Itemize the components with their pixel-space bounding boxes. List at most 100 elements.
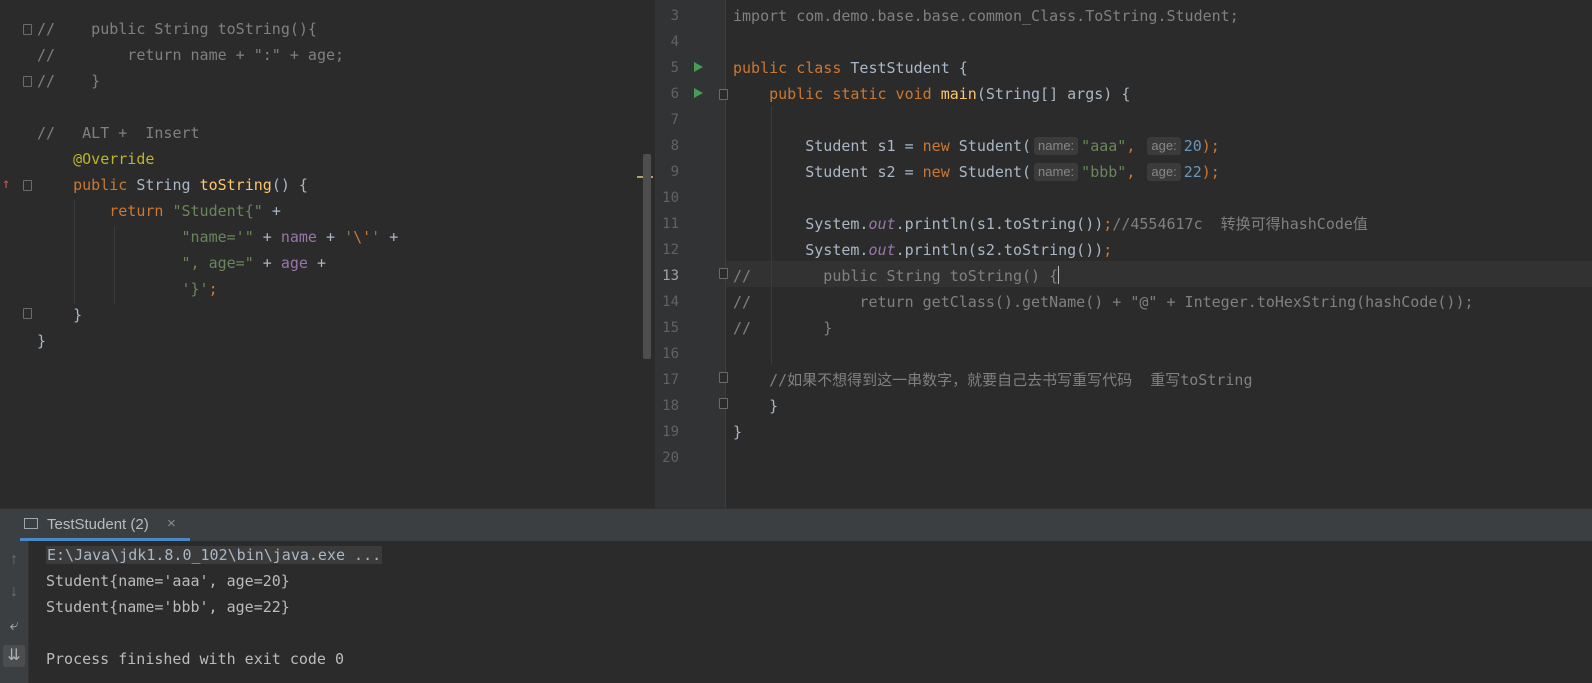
code-token: ; <box>1103 241 1113 259</box>
fold-icon[interactable] <box>719 398 728 409</box>
code-token: '}' <box>181 280 209 298</box>
run-tab-bar: TestStudent (2) × <box>0 508 1592 541</box>
text-caret <box>1058 266 1060 284</box>
console-output[interactable]: E:\Java\jdk1.8.0_102\bin\java.exe ... St… <box>29 541 1592 683</box>
code-line[interactable]: // public String toString() { <box>733 263 1060 289</box>
code-line[interactable]: @Override <box>37 146 154 172</box>
code-token: toString <box>199 176 272 194</box>
line-number: 10 <box>662 190 679 206</box>
console-line: E:\Java\jdk1.8.0_102\bin\java.exe ... <box>46 542 383 568</box>
code-line[interactable]: System.out.println(s2.toString()); <box>733 237 1112 263</box>
up-arrow-icon[interactable]: ↑ <box>3 549 25 571</box>
code-line[interactable]: '}'; <box>37 276 218 302</box>
code-line[interactable]: public String toString() { <box>37 172 308 198</box>
code-token: ' <box>371 228 390 246</box>
fold-icon[interactable] <box>23 76 32 87</box>
code-line[interactable]: ", age=" + age + <box>37 250 327 276</box>
run-class-icon[interactable] <box>694 62 703 72</box>
code-line[interactable]: // return getClass().getName() + "@" + I… <box>733 289 1474 315</box>
code-token: new <box>922 137 959 155</box>
code-line[interactable]: public static void main(String[] args) { <box>733 81 1130 107</box>
code-line[interactable]: // } <box>37 68 100 94</box>
fold-icon[interactable] <box>719 89 728 100</box>
down-arrow-icon[interactable]: ↓ <box>3 581 25 603</box>
code-token: "Student{" <box>172 202 272 220</box>
code-token: \' <box>353 228 372 246</box>
left-scrollbar[interactable] <box>643 154 651 359</box>
override-method-icon[interactable]: ↑ <box>2 176 10 192</box>
code-token: ; <box>208 280 218 298</box>
code-line[interactable]: // return name + ":" + age; <box>37 42 344 68</box>
soft-wrap-icon[interactable]: ⤶ <box>3 615 25 637</box>
code-line[interactable]: "name='" + name + '\'' + <box>37 224 399 250</box>
code-token: // return getClass().getName() + "@" + I… <box>733 293 1474 311</box>
code-line[interactable]: return "Student{" + <box>37 198 281 224</box>
code-token: } <box>37 306 83 324</box>
code-token: // } <box>37 72 101 90</box>
code-line[interactable]: // } <box>733 315 832 341</box>
code-token: + <box>389 228 399 246</box>
line-number: 17 <box>662 372 679 388</box>
code-line[interactable]: public class TestStudent { <box>733 55 968 81</box>
code-line[interactable]: System.out.println(s1.toString());//4554… <box>733 211 1368 237</box>
line-number: 20 <box>662 450 679 466</box>
run-tab-label: TestStudent (2) <box>47 516 149 533</box>
right-editor-pane[interactable]: 3 4 5 6 7 8 9 10 11 12 13 14 15 16 17 18 19 20 import com… <box>655 0 1592 508</box>
code-token: } <box>37 332 47 350</box>
code-token: // public String toString(){ <box>37 20 317 38</box>
line-number: 9 <box>670 164 679 180</box>
java-command-line[interactable]: E:\Java\jdk1.8.0_102\bin\java.exe ... <box>46 546 383 564</box>
code-token: public <box>73 176 137 194</box>
code-line[interactable]: // ALT + Insert <box>37 120 200 146</box>
code-line[interactable]: } <box>37 328 46 354</box>
code-line[interactable]: } <box>733 419 742 445</box>
code-token: (String[] args) { <box>976 85 1131 103</box>
code-token: // return name + ":" + age; <box>37 46 345 64</box>
left-editor-pane[interactable]: ↑ // public String toString(){ // return … <box>0 0 655 508</box>
code-token: public static void <box>769 85 941 103</box>
scroll-to-end-icon[interactable]: ⇊ <box>3 645 25 667</box>
code-token: ; <box>1103 215 1113 233</box>
line-number: 8 <box>670 138 679 154</box>
run-main-icon[interactable] <box>694 88 703 98</box>
fold-icon[interactable] <box>23 24 32 35</box>
code-token: Student( <box>958 163 1032 181</box>
code-token: // } <box>733 319 833 337</box>
fold-icon[interactable] <box>23 308 32 319</box>
code-line[interactable]: Student s1 = new Student(name: "aaa", age… <box>733 133 1220 159</box>
code-token: , <box>1126 137 1145 155</box>
console-icon <box>24 518 38 529</box>
code-line[interactable]: Student s2 = new Student(name: "bbb", age… <box>733 159 1220 185</box>
code-token: return <box>109 202 173 220</box>
code-token: "name='" <box>181 228 263 246</box>
code-token: //4554617c 转换可得hashCode值 <box>1112 215 1368 233</box>
code-line[interactable]: } <box>37 302 82 328</box>
code-token: + <box>316 254 326 272</box>
line-number: 3 <box>670 8 679 24</box>
code-line[interactable]: } <box>733 393 778 419</box>
code-token: () { <box>271 176 308 194</box>
fold-icon[interactable] <box>23 180 32 191</box>
code-token: Student s2 = <box>733 163 923 181</box>
line-number: 13 <box>662 268 679 284</box>
fold-icon[interactable] <box>719 372 728 383</box>
fold-icon[interactable] <box>719 268 728 279</box>
code-line[interactable]: // public String toString(){ <box>37 16 317 42</box>
code-token: , <box>1126 163 1145 181</box>
line-number: 4 <box>670 34 679 50</box>
console-line: Process finished with exit code 0 <box>46 650 345 668</box>
line-number: 5 <box>670 60 679 76</box>
run-toolbar: ↑ ↓ ⤶ ⇊ <box>0 541 29 683</box>
console-line: Student{name='bbb', age=22} <box>46 598 290 616</box>
code-token: 20 <box>1183 137 1202 155</box>
code-line[interactable]: //如果不想得到这一串数字，就要自己去书写重写代码 重写toString <box>733 367 1252 393</box>
code-token: public class <box>733 59 851 77</box>
code-line[interactable]: import com.demo.base.base.common_Class.T… <box>733 3 1239 29</box>
line-number: 15 <box>662 320 679 336</box>
close-icon[interactable]: × <box>167 515 176 532</box>
